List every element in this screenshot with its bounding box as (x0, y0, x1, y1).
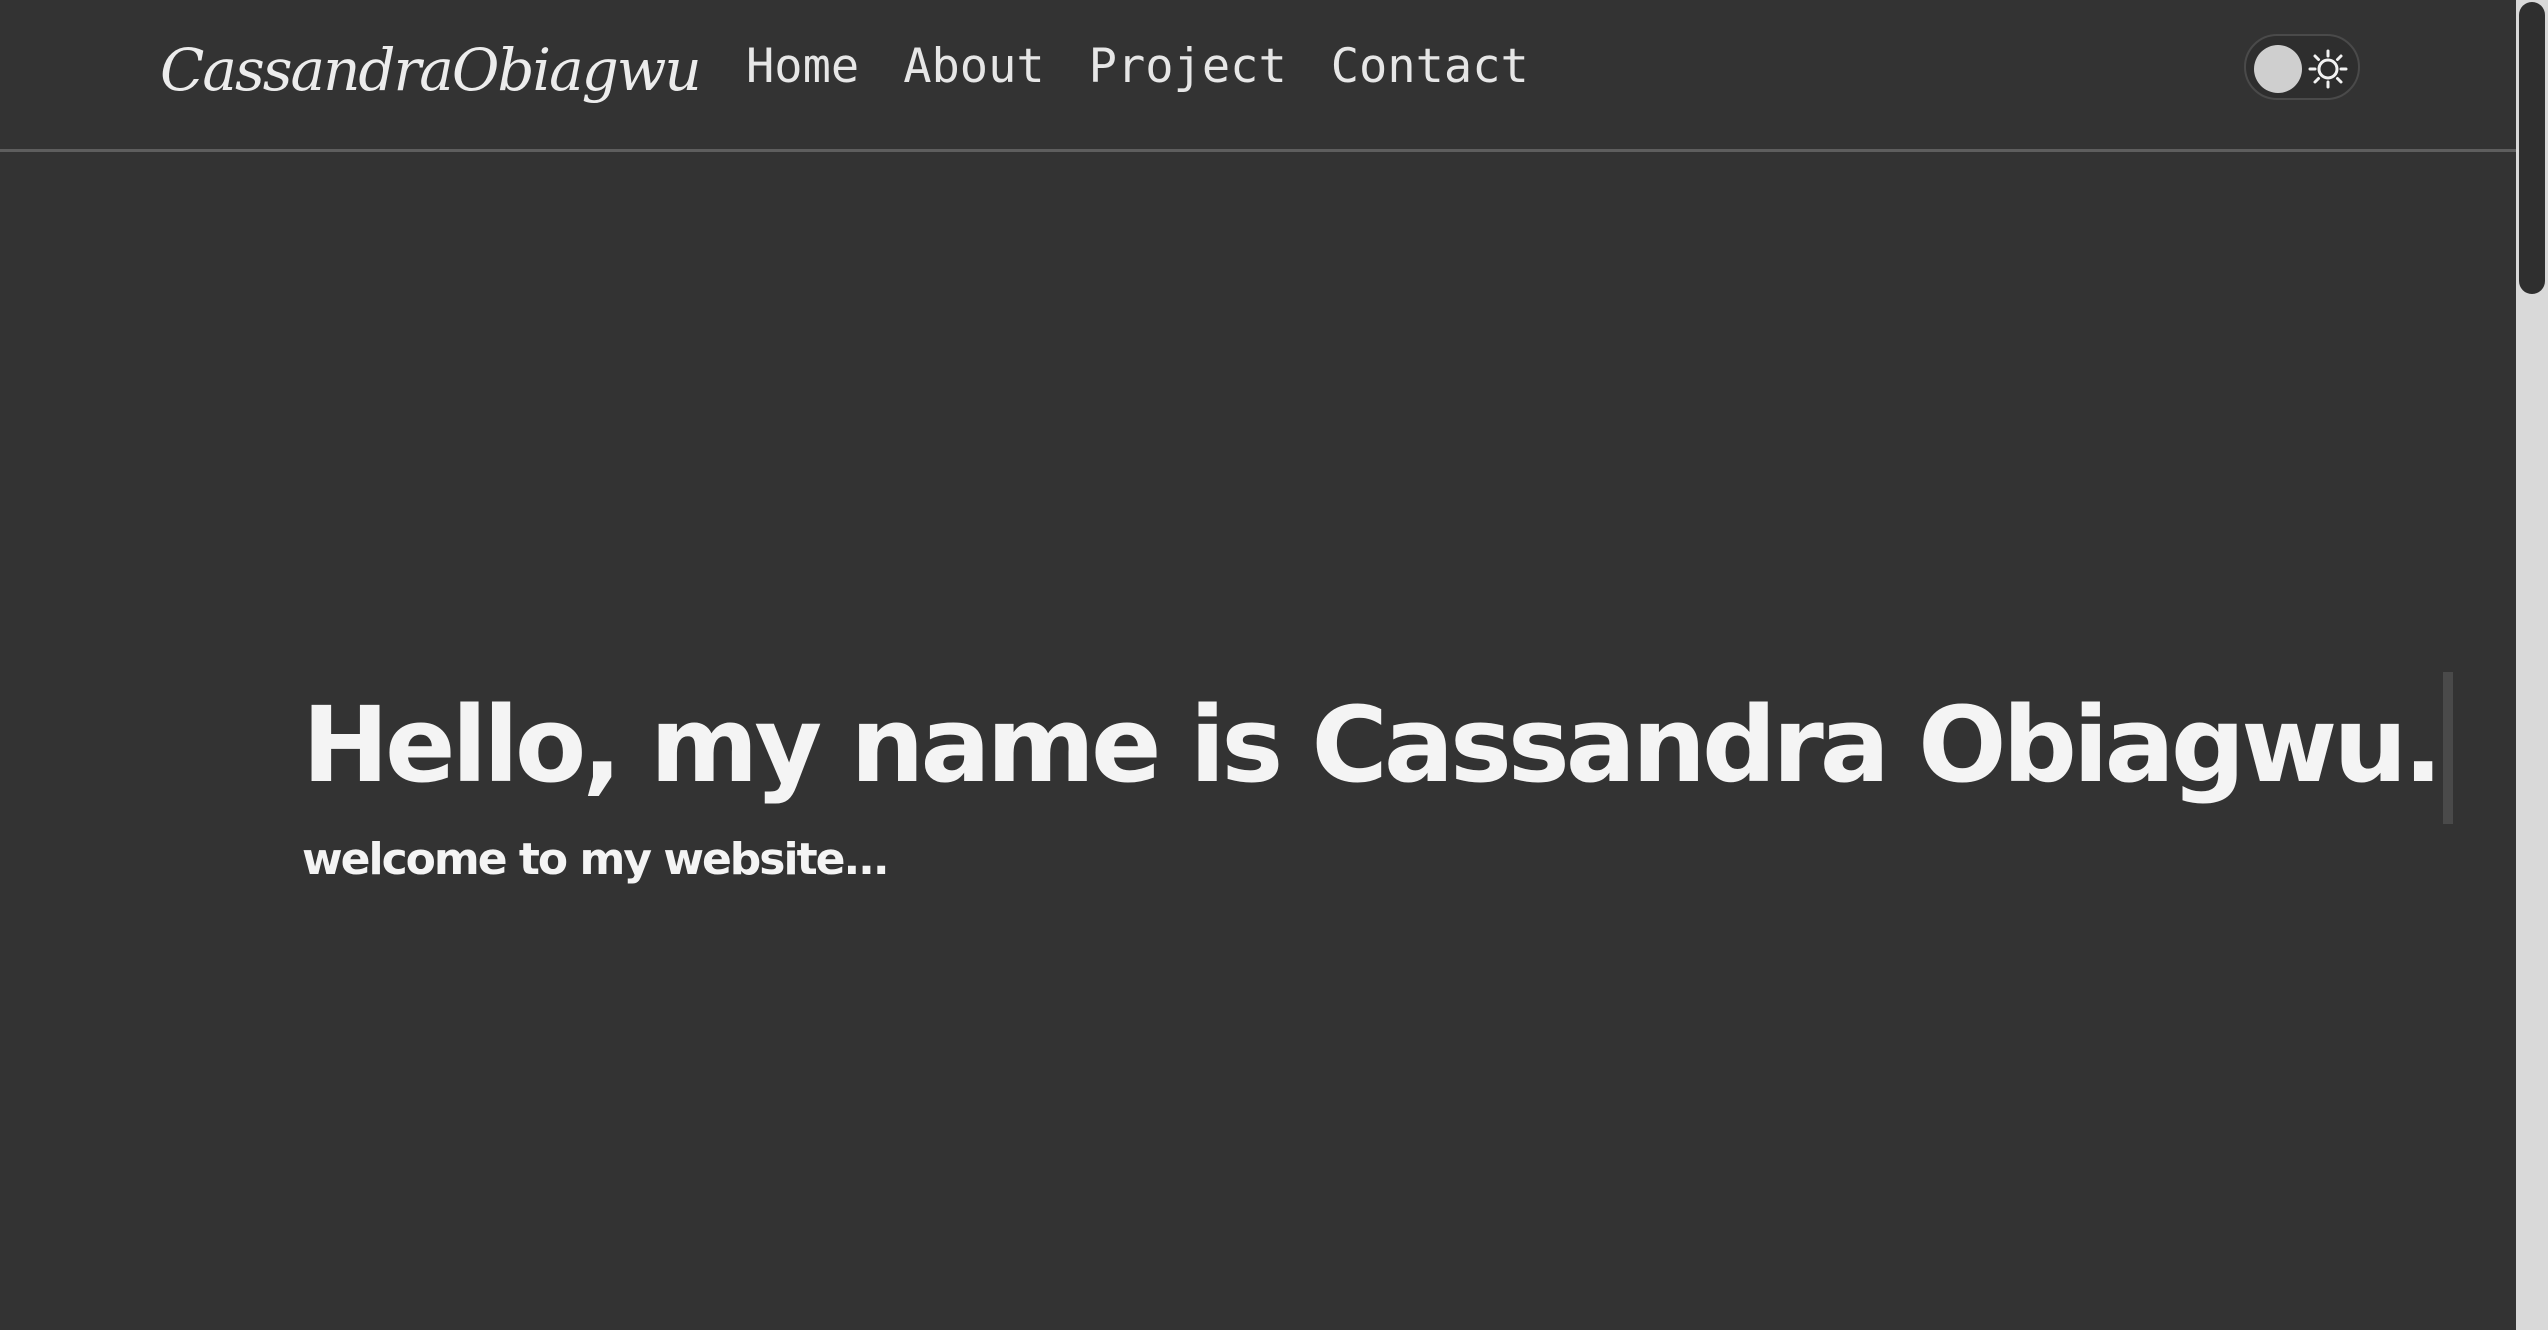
page-viewport: CassandraObiagwu Home About Project Cont… (0, 0, 2516, 1330)
main-nav: Home About Project Contact (746, 34, 1529, 98)
page-scrollbar[interactable] (2516, 0, 2548, 1330)
hero-subtitle: welcome to my website... (302, 834, 890, 885)
nav-link-about[interactable]: About (903, 39, 1044, 94)
site-logo[interactable]: CassandraObiagwu (160, 30, 702, 110)
nav-link-home[interactable]: Home (746, 39, 859, 94)
scrollbar-thumb[interactable] (2519, 2, 2545, 294)
nav-link-contact[interactable]: Contact (1331, 39, 1529, 94)
navbar: CassandraObiagwu Home About Project Cont… (0, 0, 2516, 152)
theme-toggle[interactable] (2244, 34, 2360, 100)
hero-title-wrap: Hello, my name is Cassandra Obiagwu. (302, 660, 2453, 830)
toggle-knob (2254, 45, 2302, 93)
sun-icon (2308, 49, 2348, 89)
nav-link-project[interactable]: Project (1089, 39, 1287, 94)
hero-section: Hello, my name is Cassandra Obiagwu. wel… (302, 660, 2453, 885)
hero-title: Hello, my name is Cassandra Obiagwu. (302, 684, 2443, 806)
typing-caret (2442, 672, 2453, 824)
